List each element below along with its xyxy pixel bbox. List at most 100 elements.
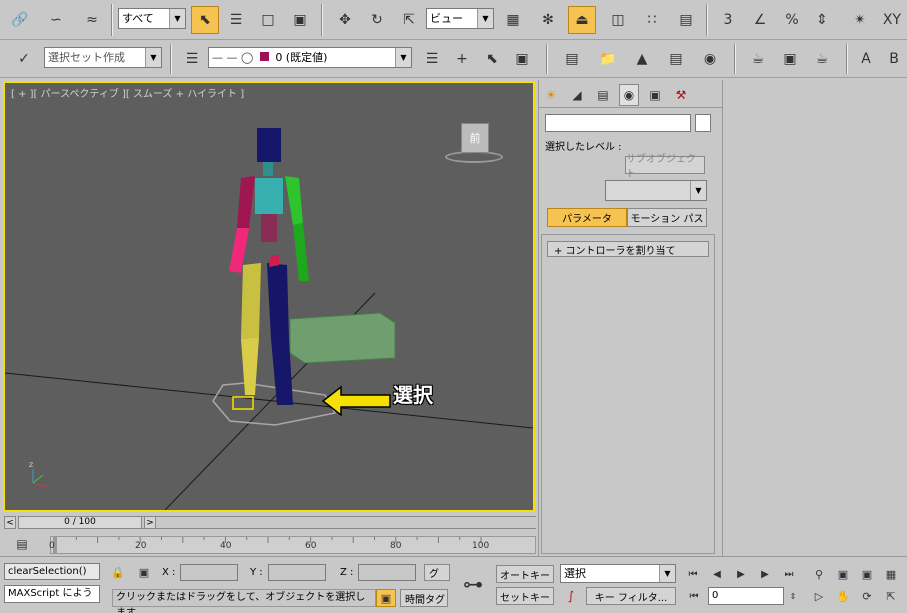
layer-manager-icon[interactable]: ☰ xyxy=(178,45,206,73)
key-icon[interactable]: ⊶ xyxy=(455,569,491,599)
next-frame-icon[interactable]: ▶ xyxy=(756,565,774,583)
material-editor-icon[interactable]: ◉ xyxy=(696,45,724,73)
z-coordinate-field[interactable] xyxy=(358,564,416,581)
curve-editor-icon[interactable]: ▲ xyxy=(628,45,656,73)
x-coordinate-field[interactable] xyxy=(180,564,238,581)
link-icon[interactable]: 🔗 xyxy=(6,6,34,34)
rendered-frame-window-icon[interactable]: ▣ xyxy=(776,45,804,73)
isolate-selection-icon[interactable]: ▣ xyxy=(376,589,396,607)
previous-frame-icon[interactable]: ◀ xyxy=(708,565,726,583)
grid-setting-button[interactable]: グ xyxy=(424,564,450,581)
y-coordinate-field[interactable] xyxy=(268,564,326,581)
unlink-icon[interactable]: ∽ xyxy=(42,6,70,34)
pan-view-hand-icon[interactable]: ✋ xyxy=(834,587,852,605)
hierarchy-tab-icon[interactable]: ▤ xyxy=(593,84,613,106)
go-to-end-icon[interactable]: ⏭ xyxy=(780,565,798,583)
time-slider-thumb[interactable]: 0 / 100 xyxy=(18,516,142,529)
mirror-button[interactable]: ◫ xyxy=(604,6,632,34)
maxscript-listener-output[interactable]: clearSelection() xyxy=(4,563,100,580)
display-tab-icon[interactable]: ▣ xyxy=(645,84,665,106)
zoom-extents-icon[interactable]: ▣ xyxy=(858,565,876,583)
key-filters-button[interactable]: キー フィルタ... xyxy=(586,587,676,605)
default-in-out-tangent-icon[interactable]: ∫ xyxy=(560,587,582,605)
spinner-snap-button[interactable]: ⇕ xyxy=(808,6,836,34)
zoom-icon[interactable]: ⚲ xyxy=(810,565,828,583)
layer-dropdown[interactable]: — — ◯ 0 (既定値) ▼ xyxy=(208,47,412,68)
percent-snap-button[interactable]: % xyxy=(778,6,806,34)
add-to-layer-icon[interactable]: + xyxy=(448,45,476,73)
time-slider-next-button[interactable]: > xyxy=(144,516,156,529)
array-button[interactable]: ∷ xyxy=(638,6,666,34)
keyboard-shortcut-override-button[interactable]: ⏏ xyxy=(568,6,596,34)
bind-tool-icon[interactable]: B xyxy=(880,45,907,73)
subobject-button[interactable]: サブオブジェクト xyxy=(625,154,705,180)
set-current-layer-icon[interactable]: ▣ xyxy=(508,45,536,73)
named-selection-set-dropdown[interactable]: 選択セット作成 ▼ xyxy=(44,47,162,68)
key-mode-dropdown[interactable]: 選択 ▼ xyxy=(560,564,676,583)
orbit-icon[interactable]: ⟳ xyxy=(858,587,876,605)
render-production-icon[interactable]: ☕ xyxy=(808,45,836,73)
pivot-point-button[interactable]: ▦ xyxy=(499,6,527,34)
biped-neck xyxy=(263,162,273,176)
text-tool-icon[interactable]: A xyxy=(852,45,880,73)
set-key-button[interactable]: セットキー xyxy=(496,587,554,605)
biped-head xyxy=(257,128,281,162)
zoom-extents-all-icon[interactable]: ▦ xyxy=(882,565,900,583)
select-and-manipulate-button[interactable]: ✻ xyxy=(534,6,562,34)
xy-constraint-button[interactable]: XY xyxy=(878,6,906,34)
viewcube-front-face[interactable]: 前 xyxy=(461,123,489,153)
tick-label-20: 20 xyxy=(135,541,147,551)
object-name-field[interactable] xyxy=(545,114,691,132)
reference-coord-dropdown[interactable]: ビュー ▼ xyxy=(426,8,494,29)
selection-filter-dropdown[interactable]: すべて ▼ xyxy=(118,8,186,29)
select-in-layer-icon[interactable]: ⬉ xyxy=(478,45,506,73)
lock-selection-icon[interactable]: 🔒 xyxy=(108,563,128,581)
named-selection-button[interactable]: ✴ xyxy=(846,6,874,34)
assign-controller-rollout[interactable]: + コントローラを割り当て xyxy=(547,241,709,257)
subobject-dropdown[interactable]: ▼ xyxy=(605,180,707,201)
auto-key-button[interactable]: オートキー xyxy=(496,565,554,583)
maximize-viewport-icon[interactable]: ⇱ xyxy=(882,587,900,605)
time-slider-prev-button[interactable]: < xyxy=(4,516,16,529)
absolute-mode-icon[interactable]: ▣ xyxy=(134,563,154,581)
key-mode-toggle-icon[interactable]: ⏮ xyxy=(684,587,704,605)
frame-spinner-icon[interactable]: ⇕ xyxy=(786,587,800,605)
select-and-move-button[interactable]: ✥ xyxy=(331,6,359,34)
modify-tab-icon[interactable]: ◢ xyxy=(567,84,587,106)
render-setup-icon[interactable]: ☕ xyxy=(744,45,772,73)
toggle-trackbar-icon[interactable]: ▤ xyxy=(12,534,32,554)
edit-named-selection-icon[interactable]: ✓ xyxy=(10,45,38,73)
select-by-name-button[interactable]: ☰ xyxy=(222,6,250,34)
zoom-all-icon[interactable]: ▣ xyxy=(834,565,852,583)
create-layer-icon[interactable]: ☰ xyxy=(418,45,446,73)
align-button[interactable]: ▤ xyxy=(672,6,700,34)
select-and-scale-button[interactable]: ⇱ xyxy=(395,6,423,34)
object-color-swatch[interactable] xyxy=(695,114,711,132)
current-frame-field[interactable]: 0 xyxy=(708,587,784,605)
window-crossing-button[interactable]: ▣ xyxy=(286,6,314,34)
tab-motion-paths[interactable]: モーション パス xyxy=(627,208,707,227)
scene-explorer-icon[interactable]: ▤ xyxy=(558,45,586,73)
go-to-start-icon[interactable]: ⏮ xyxy=(684,565,702,583)
layer-explorer-icon[interactable]: 📁 xyxy=(594,45,622,73)
time-slider-track[interactable] xyxy=(142,516,536,529)
create-tab-sun-icon[interactable]: ☀ xyxy=(541,84,561,106)
schematic-view-icon[interactable]: ▤ xyxy=(662,45,690,73)
select-object-button[interactable]: ⬉ xyxy=(191,6,219,34)
play-icon[interactable]: ▶ xyxy=(732,565,750,583)
perspective-viewport[interactable]: [ + ][ パースペクティブ ][ スムーズ + ハイライト ] z 選択 前 xyxy=(3,81,535,512)
tab-parameters[interactable]: パラメータ xyxy=(547,208,627,227)
tick-label-0: 0 xyxy=(49,541,55,551)
maxscript-mini-listener[interactable]: MAXScript によう xyxy=(4,585,100,603)
angle-snap-button[interactable]: ∠ xyxy=(746,6,774,34)
rectangular-selection-button[interactable]: □ xyxy=(254,6,282,34)
snap-3d-button[interactable]: 3 xyxy=(714,6,742,34)
viewcube[interactable]: 前 xyxy=(445,119,505,165)
trackbar[interactable]: 0 20 40 60 80 100 xyxy=(49,536,536,554)
motion-tab-icon[interactable]: ◉ xyxy=(619,84,639,106)
field-of-view-icon[interactable]: ▷ xyxy=(810,587,828,605)
utilities-tab-hammer-icon[interactable]: ⚒ xyxy=(671,84,691,106)
time-tag-button[interactable]: 時間タグ xyxy=(400,589,448,607)
select-and-rotate-button[interactable]: ↻ xyxy=(363,6,391,34)
bind-space-warp-icon[interactable]: ≈ xyxy=(78,6,106,34)
